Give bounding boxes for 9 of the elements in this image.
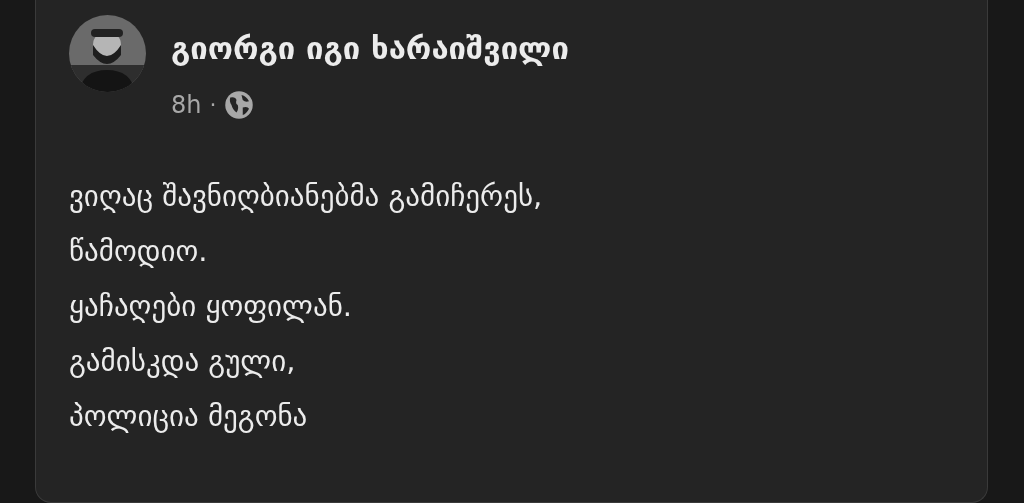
post-time[interactable]: 8h <box>171 93 202 117</box>
post-text-line: პოლიცია მეგონა <box>69 398 309 435</box>
globe-icon <box>224 90 255 120</box>
post-text-line: ყაჩაღები ყოფილან. <box>69 288 354 325</box>
separator: · <box>209 94 217 116</box>
post-text-line: ვიღაც შავნიღბიანებმა გამიჩერეს, <box>69 178 544 215</box>
post-text-line: წამოდიო. <box>69 233 209 270</box>
post-text-line: გამისკდა გული, <box>69 343 297 380</box>
author-name[interactable]: გიორგი იგი ხარაიშვილი <box>171 33 569 64</box>
